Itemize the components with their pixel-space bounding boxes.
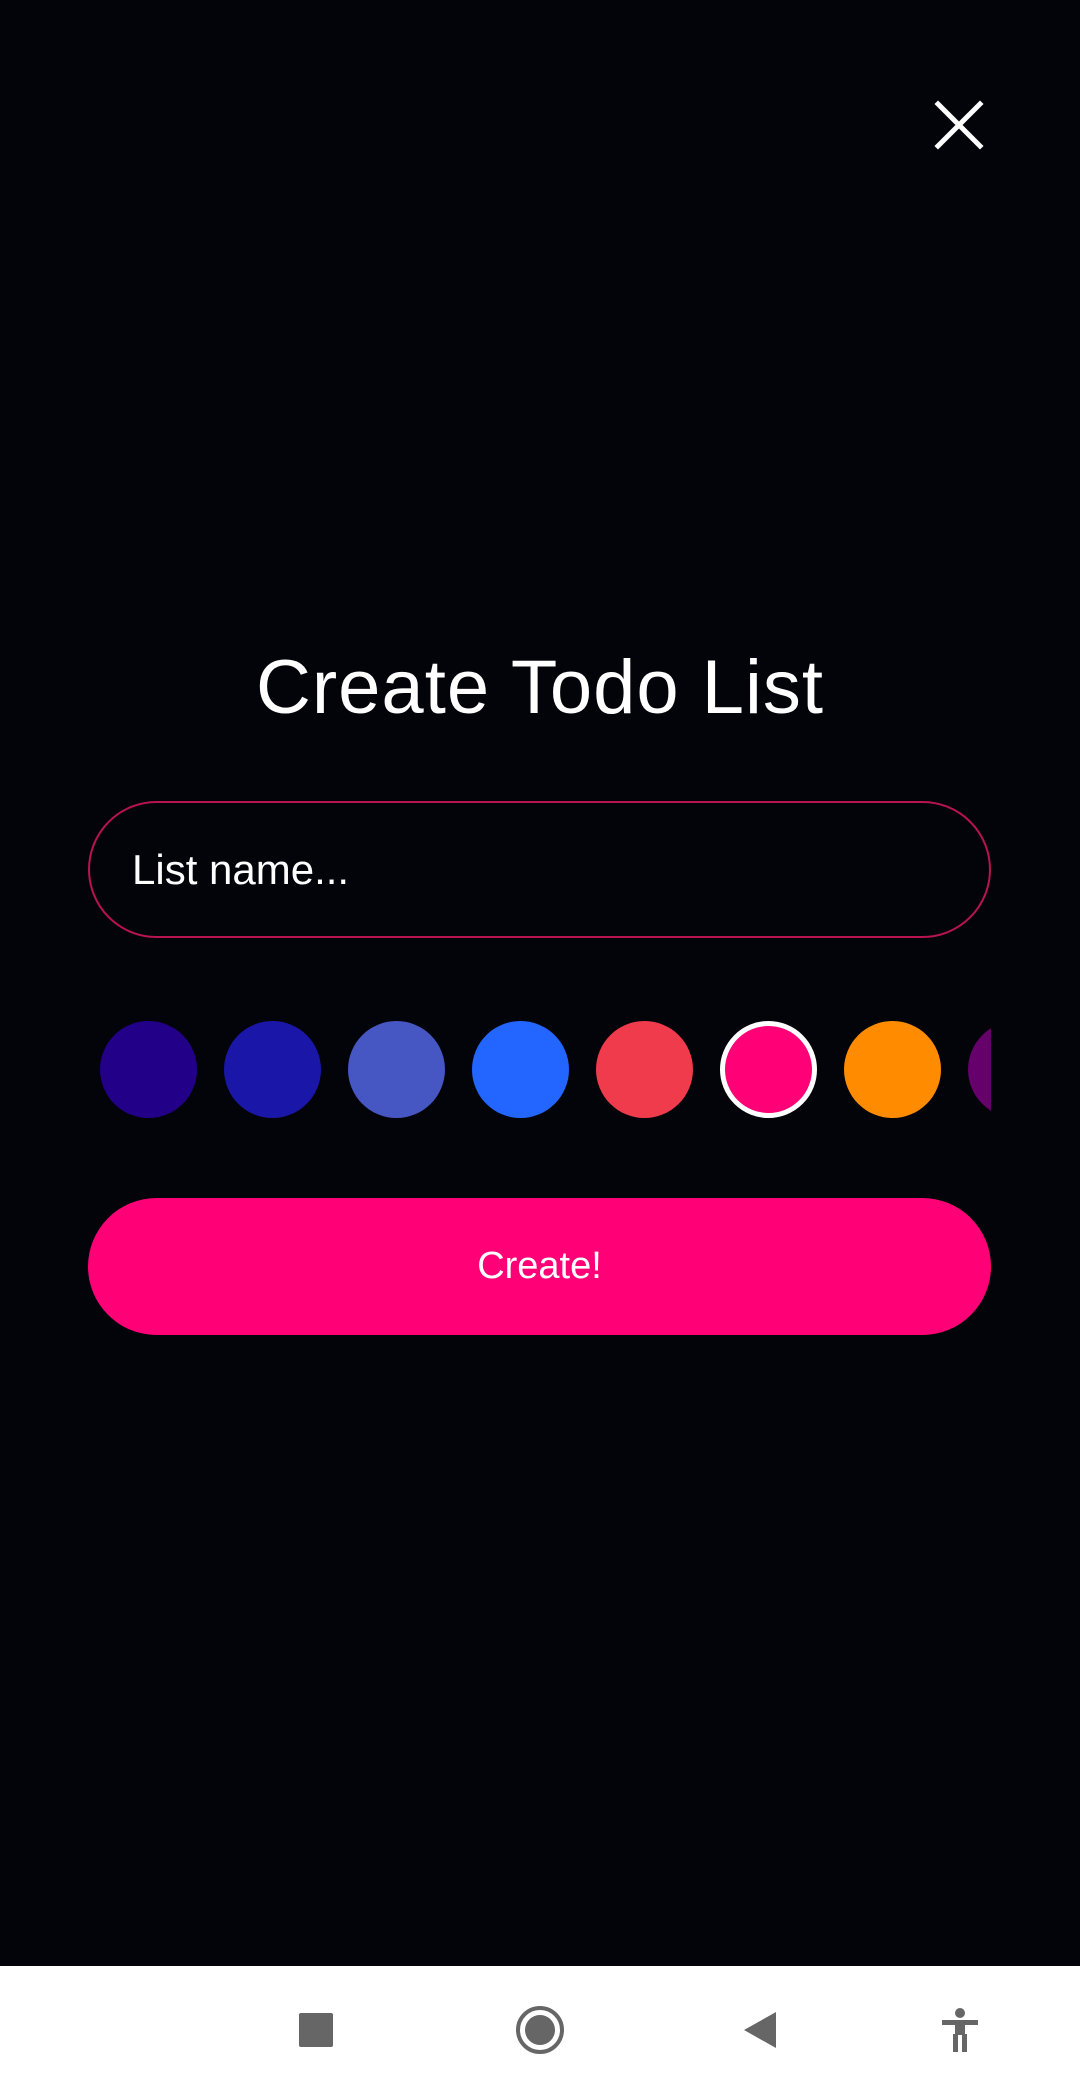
back-button[interactable] (710, 1980, 810, 2080)
page-title: Create Todo List (255, 645, 825, 730)
recents-button[interactable] (266, 1980, 366, 2080)
home-button[interactable] (490, 1980, 590, 2080)
color-swatch-2[interactable] (224, 1021, 321, 1118)
color-swatch-1[interactable] (100, 1021, 197, 1118)
color-swatch-4[interactable] (472, 1021, 569, 1118)
color-swatch-7[interactable] (844, 1021, 941, 1118)
close-icon (920, 88, 996, 164)
color-swatch-6[interactable] (720, 1021, 817, 1118)
create-button[interactable]: Create! (88, 1198, 991, 1335)
close-button[interactable] (920, 88, 996, 164)
list-name-input[interactable] (88, 801, 991, 938)
color-picker (88, 1018, 991, 1124)
color-swatch-5[interactable] (596, 1021, 693, 1118)
color-swatch-row (100, 1021, 991, 1118)
color-swatch-8[interactable] (968, 1021, 991, 1118)
system-nav-bar (0, 1966, 1080, 2095)
accessibility-button[interactable] (910, 1980, 1010, 2080)
back-triangle-icon (742, 2010, 778, 2050)
create-list-screen: Create Todo List Create! (0, 0, 1080, 1966)
color-swatch-3[interactable] (348, 1021, 445, 1118)
recents-square-icon (299, 2013, 333, 2047)
accessibility-icon (940, 2008, 980, 2052)
home-circle-icon (514, 2004, 566, 2056)
